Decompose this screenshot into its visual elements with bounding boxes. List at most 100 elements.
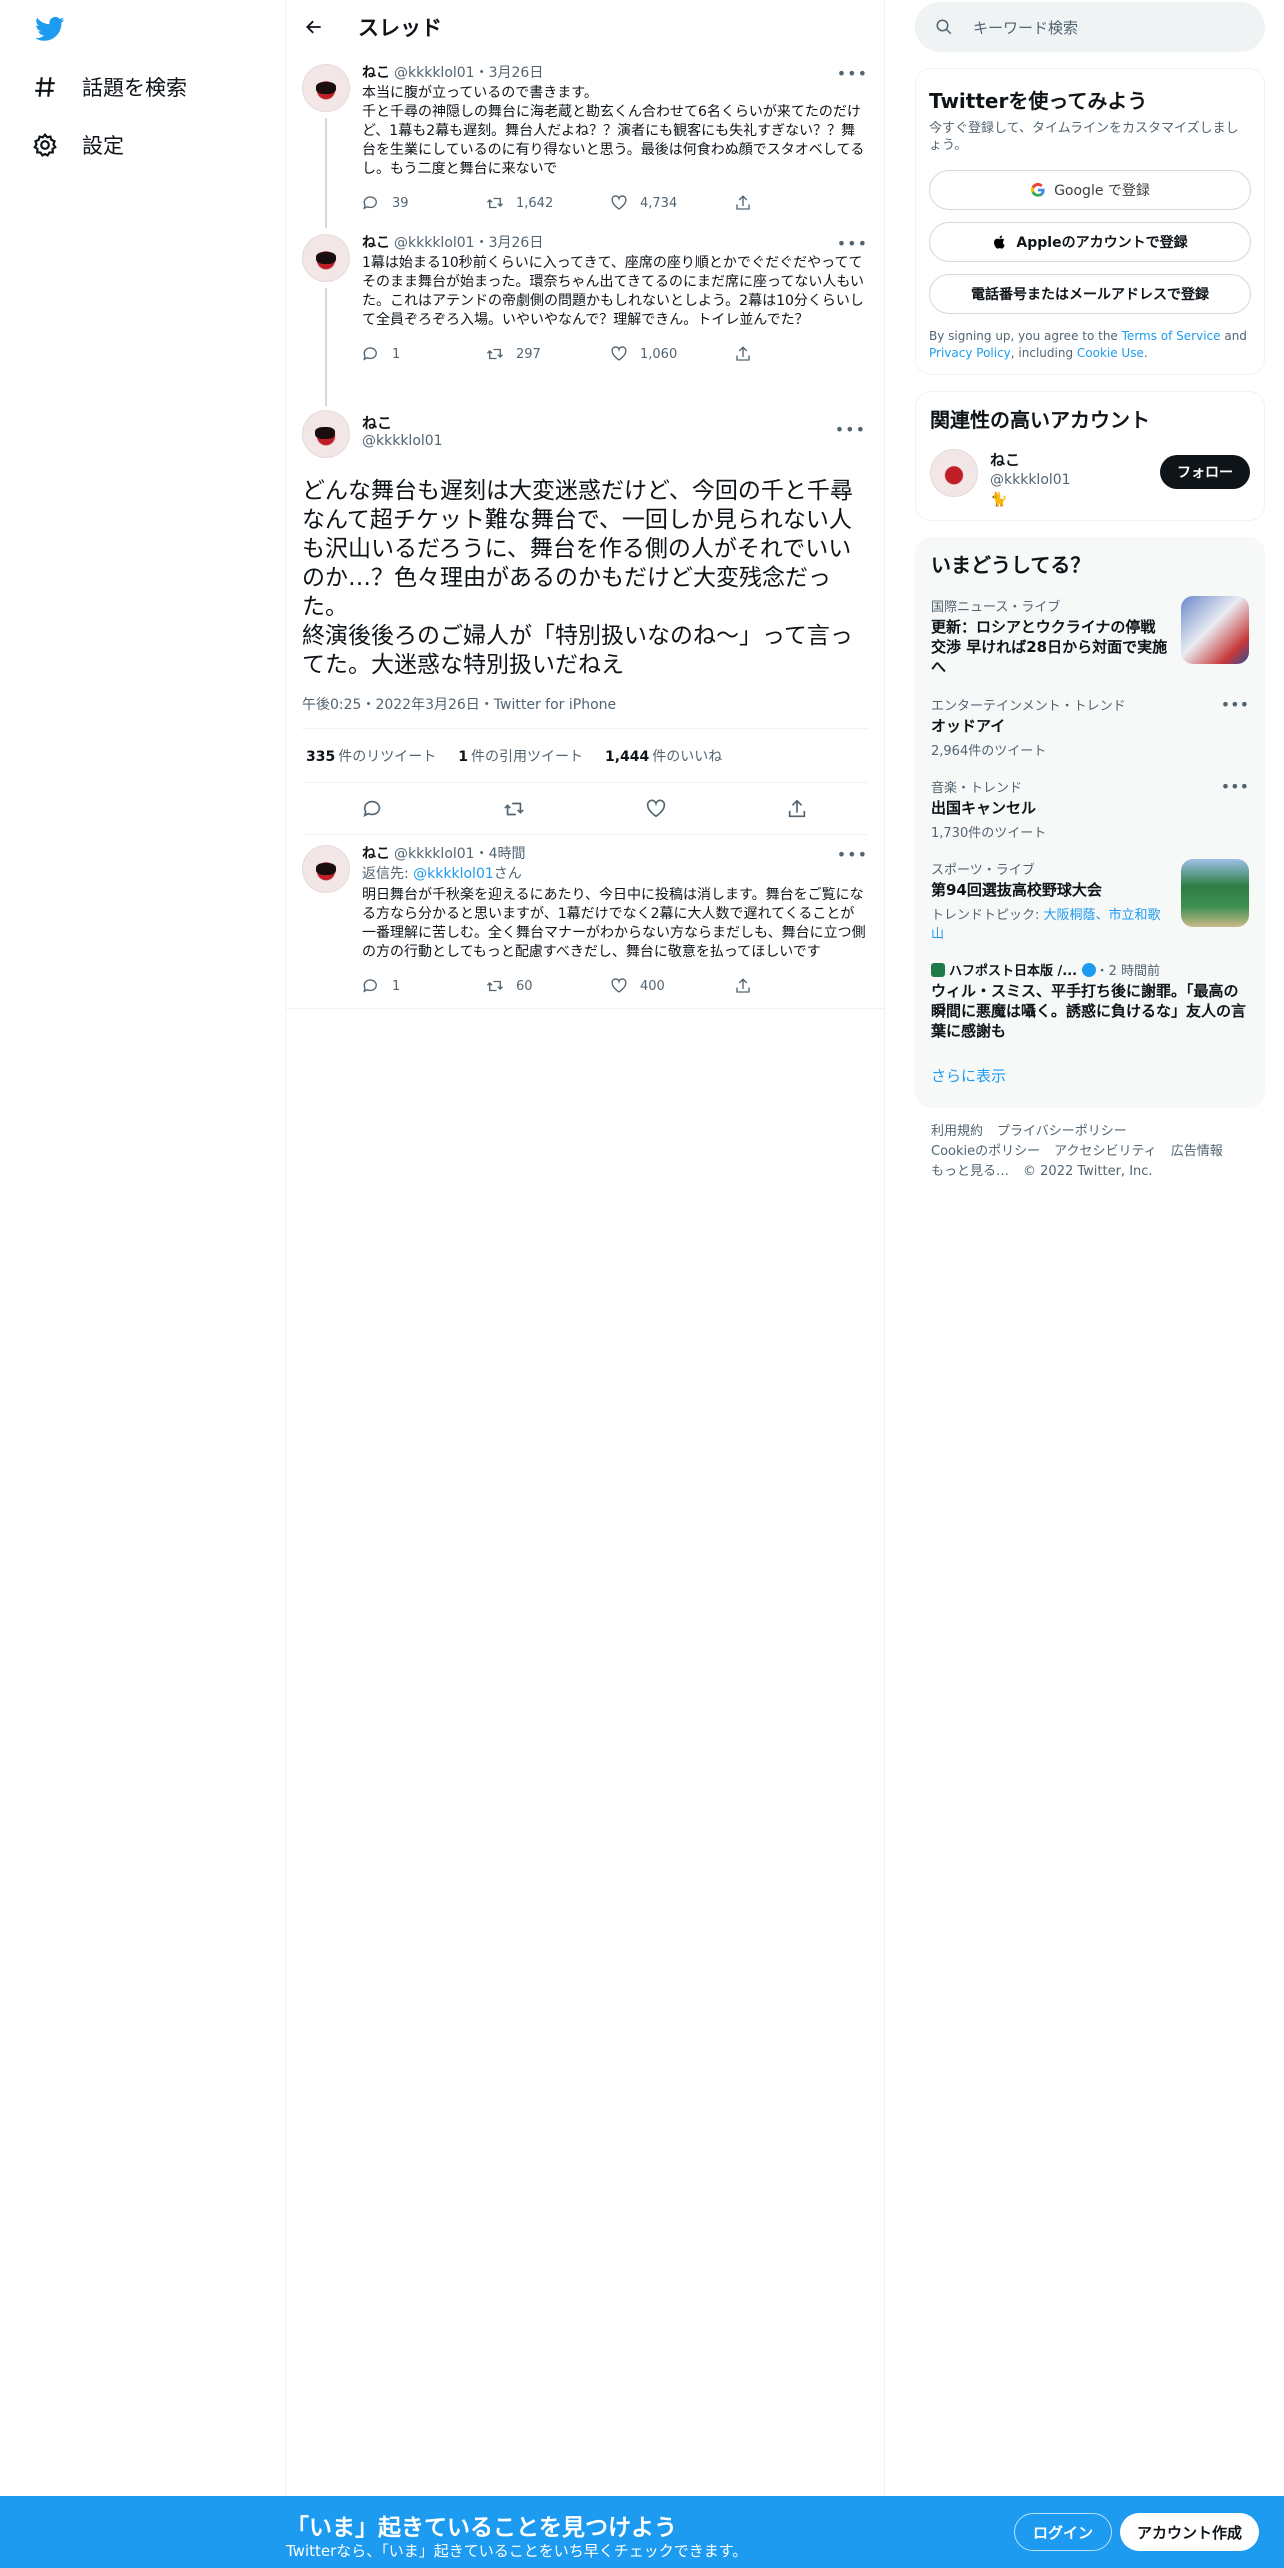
reply-icon [363,347,377,361]
avatar[interactable] [302,234,350,282]
footer-link[interactable]: プライバシーポリシー [997,1124,1127,1139]
more-options-icon[interactable]: ••• [837,845,868,864]
terms-link[interactable]: Terms of Service [1122,329,1221,343]
privacy-link[interactable]: Privacy Policy [929,346,1011,360]
trends-card: いまどうしてる？ 国際ニュース・ライブ 更新：ロシアとウクライナの停戦交渉 早け… [915,537,1265,1108]
more-options-icon[interactable]: ••• [837,64,868,83]
account-handle[interactable]: @kkkklol01 [990,472,1071,488]
thread-tweet[interactable]: ねこ @kkkklol01 ・3月26日 ••• 1幕は始まる10秒前くらいに入… [286,224,884,406]
trend-item[interactable]: エンターテインメント・トレンド オッドアイ 2,964件のツイート ••• [931,695,1249,759]
bottom-bar-title: 「いま」起きていることを見つけよう [286,2515,677,2541]
trend-category: エンターテインメント・トレンド [931,699,1126,714]
avatar[interactable] [930,449,978,497]
nav-explore[interactable]: 話題を検索 [32,66,187,108]
trend-category: スポーツ・ライブ [931,863,1035,878]
trend-item[interactable]: スポーツ・ライブ 第94回選抜高校野球大会 トレンドトピック: 大阪桐蔭、市立和… [931,859,1249,942]
replying-to: 返信先: @kkkklol01さん [362,866,522,882]
right-sidebar: キーワード検索 Twitterを使ってみよう 今すぐ登録して、タイムラインをカス… [915,0,1265,1196]
cookie-link[interactable]: Cookie Use [1077,346,1144,360]
trend-item[interactable]: 音楽・トレンド 出国キャンセル 1,730件のツイート ••• [931,777,1249,841]
google-signup-button[interactable]: Google で登録 [929,170,1251,210]
avatar[interactable] [302,410,350,458]
author-name[interactable]: ねこ [362,64,390,82]
footer-link[interactable]: アクセシビリティ [1054,1144,1157,1159]
phone-email-signup-button[interactable]: 電話番号またはメールアドレスで登録 [929,274,1251,314]
twitter-logo-icon[interactable] [30,14,70,44]
reply-tweet[interactable]: ねこ @kkkklol01 ・4時間 ••• 返信先: @kkkklol01さん… [286,835,884,1009]
apple-signup-button[interactable]: Appleのアカウントで登録 [929,222,1251,262]
signup-terms: By signing up, you agree to the Terms of… [929,329,1247,360]
nav-settings[interactable]: 設定 [32,124,124,166]
tweet-date[interactable]: ・4時間 [475,845,526,863]
share-icon [736,195,750,210]
author-name[interactable]: ねこ [362,234,390,252]
trend-title: ウィル・スミス、平手打ち後に謝罪。「最高の瞬間に悪魔は囁く。誘惑に負けるな」友人… [931,982,1247,1040]
footer-link[interactable]: 利用規約 [931,1124,983,1139]
retweets-stat[interactable]: 335 件のリツイート [306,746,436,766]
reply-icon[interactable] [362,798,384,820]
google-icon [1031,182,1045,197]
quotes-stat[interactable]: 1 件の引用ツイート [458,746,583,766]
heart-icon [611,346,627,361]
trend-title: 第94回選抜高校野球大会 [931,881,1102,899]
follow-button[interactable]: フォロー [1160,455,1250,489]
page-title: スレッド [358,16,442,40]
retweet-button[interactable]: 1,642 [486,194,610,212]
tweet-date[interactable]: ・3月26日 [475,64,544,82]
verified-badge-icon [1081,963,1096,977]
tweet-date[interactable]: ・3月26日 [475,234,544,252]
trend-item[interactable]: ハフポスト日本版 /... ・2 時間前 ウィル・スミス、平手打ち後に謝罪。「最… [931,960,1249,1041]
search-input[interactable]: キーワード検索 [915,2,1265,52]
avatar[interactable] [302,64,350,112]
like-button[interactable]: 1,060 [610,345,734,363]
retweet-icon[interactable] [503,798,525,820]
show-more-link[interactable]: さらに表示 [931,1065,1249,1096]
related-account[interactable]: ねこ @kkkklol01 🐈 フォロー [930,449,1250,508]
reply-button[interactable]: 1 [362,977,486,995]
share-button[interactable] [734,345,858,363]
create-account-button[interactable]: アカウント作成 [1120,2513,1260,2551]
reply-count: 39 [392,195,409,211]
author-handle[interactable]: @kkkklol01 [394,234,475,252]
more-options-icon[interactable]: ••• [1221,695,1249,714]
footer-link[interactable]: Cookieのポリシー [931,1144,1040,1159]
footer-link[interactable]: もっと見る… [931,1164,1009,1179]
reply-icon [363,196,377,210]
retweet-button[interactable]: 297 [486,345,610,363]
search-placeholder: キーワード検索 [973,18,1079,37]
reply-button[interactable]: 1 [362,345,486,363]
tweet-timestamp[interactable]: 午後0:25・2022年3月26日・Twitter for iPhone [302,694,868,729]
login-button[interactable]: ログイン [1014,2513,1113,2551]
reply-button[interactable]: 39 [362,194,486,212]
like-button[interactable]: 4,734 [610,194,734,212]
source-logo-icon [931,963,945,977]
footer-link[interactable]: 広告情報 [1171,1144,1223,1159]
trend-title: オッドアイ [931,717,1006,735]
retweet-button[interactable]: 60 [486,977,610,995]
author-name[interactable]: ねこ [362,845,390,863]
share-button[interactable] [734,977,858,995]
author-handle[interactable]: @kkkklol01 [394,64,475,82]
retweet-count: 60 [516,978,533,994]
heart-icon [611,978,627,993]
nav-explore-label: 話題を検索 [82,76,187,100]
thread-tweet[interactable]: ねこ @kkkklol01 ・3月26日 ••• 本当に腹が立っているので書きま… [286,54,884,228]
replying-to-link[interactable]: @kkkklol01 [413,866,494,882]
retweet-icon [487,197,503,209]
like-button[interactable]: 400 [610,977,734,995]
back-arrow-icon[interactable] [304,17,324,37]
more-options-icon[interactable]: ••• [1221,777,1249,796]
like-count: 4,734 [640,195,678,211]
trend-item[interactable]: 国際ニュース・ライブ 更新：ロシアとウクライナの停戦交渉 早ければ28日から対面… [931,596,1249,677]
more-options-icon[interactable]: ••• [835,420,866,439]
account-name[interactable]: ねこ [990,449,1071,470]
share-button[interactable] [734,194,858,212]
google-signup-label: Google で登録 [1054,183,1150,199]
likes-stat[interactable]: 1,444 件のいいね [605,746,722,766]
share-icon[interactable] [786,798,808,820]
author-handle[interactable]: @kkkklol01 [394,845,475,863]
more-options-icon[interactable]: ••• [837,234,868,253]
like-count: 1,060 [640,346,678,362]
heart-icon[interactable] [645,798,667,820]
avatar[interactable] [302,845,350,893]
